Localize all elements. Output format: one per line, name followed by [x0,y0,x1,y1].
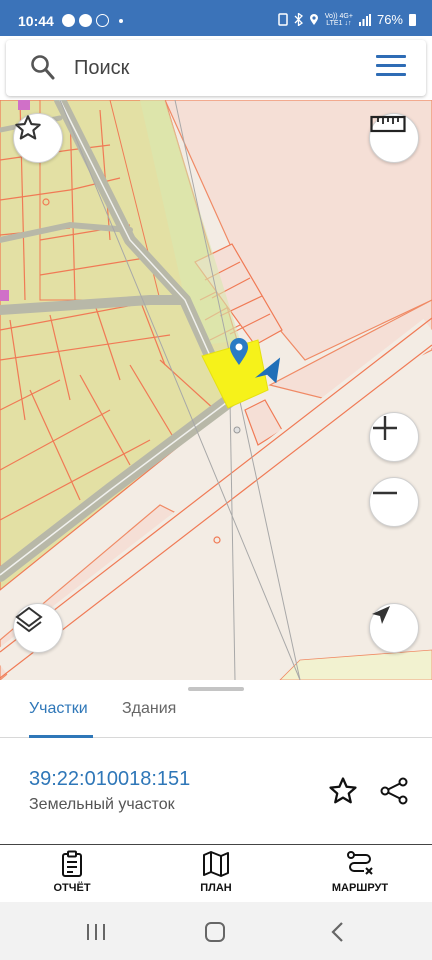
zoom-in-button[interactable] [369,412,419,462]
status-indicators: Vo)) 4G+ LTE1 ↓↑ 76% [278,12,416,27]
location-icon [309,14,318,25]
recent-apps-icon[interactable] [85,922,107,942]
home-icon[interactable] [205,922,225,942]
accessibility-icon [96,14,109,27]
ruler-icon [370,115,406,133]
back-icon[interactable] [330,921,344,943]
notification-icons [62,14,123,27]
favorite-button[interactable] [13,113,63,163]
network-type: Vo)) 4G+ LTE1 ↓↑ [324,12,353,27]
chat-icon [62,14,75,27]
nfc-icon [278,13,288,26]
battery-icon [409,13,416,26]
plan-button[interactable]: ПЛАН [161,850,271,894]
report-button[interactable]: ОТЧЁТ [17,850,127,894]
route-button[interactable]: МАРШРУТ [305,850,415,894]
layers-icon [15,606,43,633]
divider [0,844,432,845]
signal-icon [358,13,371,26]
sheet-drag-handle[interactable] [188,687,244,691]
search-input[interactable] [70,52,360,84]
user-location-arrow-icon [255,357,281,383]
search-bar [6,40,426,96]
route-icon [347,851,373,875]
more-notifications-dot [119,18,123,23]
star-icon [15,115,41,140]
sheet-tabs: Участки Здания [0,694,432,738]
share-icon[interactable] [379,776,409,806]
zoom-out-button[interactable] [369,477,419,527]
status-bar: 10:44 Vo)) 4G+ LTE1 ↓↑ 76% [0,0,432,36]
map-plan-icon [203,851,229,877]
system-navigation-bar [0,902,432,960]
bluetooth-icon [294,13,303,26]
my-location-button[interactable] [369,603,419,653]
tab-parcels[interactable]: Участки [29,698,93,738]
parcel-number[interactable]: 39:22:010018:151 [29,768,190,791]
app-notification-icon [79,14,92,27]
bottom-sheet: Участки Здания 39:22:010018:151 Земельны… [0,680,432,902]
plus-icon [373,416,397,440]
status-time: 10:44 [18,13,54,29]
report-label: ОТЧЁТ [53,882,91,894]
route-label: МАРШРУТ [331,882,389,894]
ruler-button[interactable] [369,113,419,163]
search-icon[interactable] [30,54,56,82]
report-icon [62,850,82,877]
minus-icon [373,491,397,495]
map-canvas[interactable] [0,100,432,680]
tab-buildings[interactable]: Здания [122,698,176,738]
cadastral-map[interactable] [0,100,432,680]
map-pin-icon[interactable] [229,338,249,366]
plan-label: ПЛАН [200,882,232,894]
star-icon[interactable] [328,776,358,806]
layers-button[interactable] [13,603,63,653]
battery-percent: 76% [376,12,403,27]
navigation-arrow-icon [372,606,390,624]
parcel-type: Земельный участок [29,796,175,813]
hamburger-menu-icon[interactable] [376,55,406,81]
